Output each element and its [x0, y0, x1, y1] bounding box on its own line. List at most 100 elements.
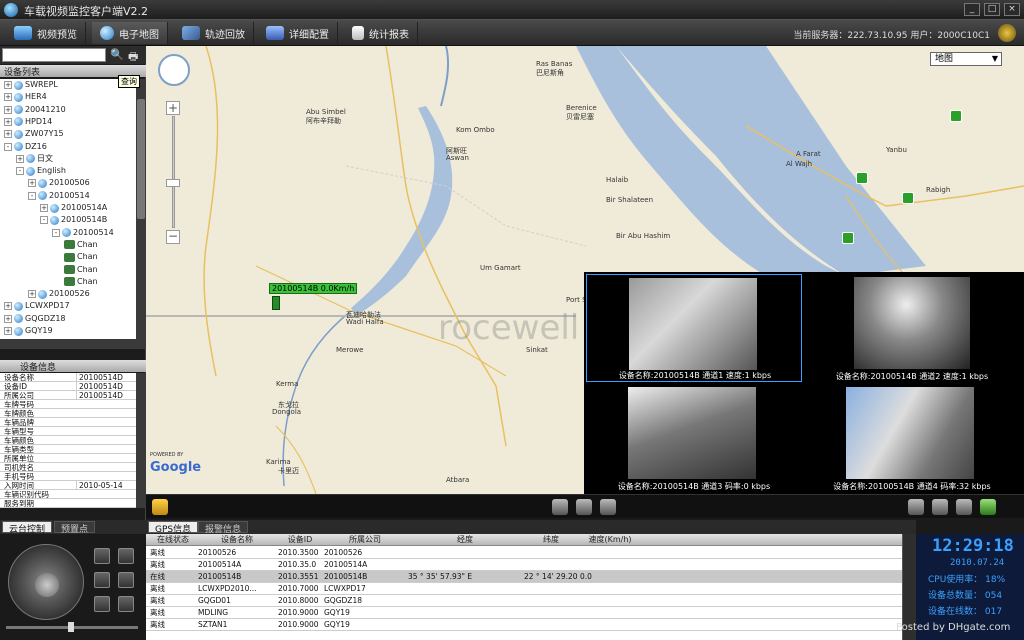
- vehicle-flag-icon[interactable]: [950, 110, 962, 122]
- expand-icon[interactable]: +: [4, 327, 12, 335]
- zoom-slider[interactable]: [172, 116, 175, 228]
- ptz-iris-button[interactable]: [94, 572, 110, 588]
- tab-statistics-report[interactable]: 统计报表: [344, 22, 418, 44]
- tree-node[interactable]: Chan: [64, 264, 98, 276]
- expand-icon[interactable]: +: [4, 93, 12, 102]
- video-cell-4[interactable]: 设备名称:20100514B 通道4 码率:32 kbps: [804, 384, 1020, 492]
- ptz-wiper-button[interactable]: [94, 596, 110, 612]
- gps-table-row[interactable]: 离线 20100514A 2010.35.0 20100514A: [146, 559, 902, 571]
- tree-node[interactable]: + HPD14: [4, 116, 52, 128]
- gps-table-row[interactable]: 离线 GQGD01 2010.8000 GQGDZ18: [146, 595, 902, 607]
- collapse-icon[interactable]: -: [40, 216, 48, 225]
- video-cell-1[interactable]: 设备名称:20100514B 通道1 速度:1 kbps: [586, 274, 802, 382]
- pan-control[interactable]: [158, 54, 190, 86]
- ptz-zoom-button[interactable]: [94, 548, 110, 564]
- tab-e-map[interactable]: 电子地图: [92, 22, 168, 44]
- tree-node[interactable]: + SWREPL: [4, 79, 58, 91]
- tree-node[interactable]: +20041210: [4, 104, 66, 116]
- tree-node[interactable]: - DZ16: [4, 141, 47, 153]
- expand-icon[interactable]: +: [28, 290, 36, 299]
- tree-node[interactable]: Chan: [64, 276, 98, 288]
- gps-table-row[interactable]: 离线 LCWXPD2010... 2010.7000 LCWXPD17: [146, 583, 902, 595]
- expand-icon[interactable]: +: [4, 314, 12, 323]
- tab-ptz-control[interactable]: 云台控制: [2, 521, 53, 535]
- collapse-icon[interactable]: -: [4, 142, 12, 151]
- tree-node[interactable]: +20100526: [28, 288, 90, 300]
- video-cell-3[interactable]: 设备名称:20100514B 通道3 码率:0 kbps: [586, 384, 802, 492]
- tree-node[interactable]: + HER4: [4, 91, 47, 103]
- ptz-center-button[interactable]: [35, 573, 59, 597]
- zoom-out-button[interactable]: −: [166, 230, 180, 244]
- gps-column-header[interactable]: 所属公司: [324, 534, 406, 546]
- collapse-icon[interactable]: -: [28, 191, 36, 200]
- gps-column-header[interactable]: 经度: [408, 534, 522, 546]
- tree-node[interactable]: - English: [16, 165, 66, 177]
- expand-icon[interactable]: +: [4, 105, 12, 114]
- vehicle-flag-icon[interactable]: [842, 232, 854, 244]
- tree-node[interactable]: + ZW07Y15: [4, 128, 64, 140]
- search-icon[interactable]: 🔍: [110, 48, 124, 62]
- expand-icon[interactable]: +: [28, 179, 36, 188]
- gps-table-row[interactable]: 离线 20100526 2010.3500 20100526: [146, 547, 902, 559]
- ptz-light-button[interactable]: [118, 572, 134, 588]
- tab-track-playback[interactable]: 轨迹回放: [174, 22, 254, 44]
- minimize-button[interactable]: _: [964, 3, 980, 16]
- expand-icon[interactable]: +: [4, 117, 12, 126]
- maximize-button[interactable]: □: [984, 3, 1000, 16]
- expand-icon[interactable]: +: [4, 81, 12, 89]
- zoom-in-button[interactable]: +: [166, 101, 180, 115]
- tree-node[interactable]: - 20100514: [28, 190, 90, 202]
- device-tree-scrollbar[interactable]: [136, 79, 146, 339]
- print-icon[interactable]: 🖶: [128, 48, 142, 63]
- fullscreen-icon[interactable]: [956, 499, 972, 515]
- ptz-speed-knob[interactable]: [68, 622, 74, 632]
- tree-node[interactable]: Chan: [64, 251, 98, 263]
- tree-node[interactable]: + LCWXPD17: [4, 300, 70, 312]
- tab-alarm-info[interactable]: 报警信息: [198, 521, 249, 535]
- vehicle-marker-icon[interactable]: [272, 296, 280, 310]
- close-button[interactable]: ×: [1004, 3, 1020, 16]
- layout-9-icon[interactable]: [932, 499, 948, 515]
- gps-column-header[interactable]: 速度(Km/h): [580, 534, 640, 546]
- tree-node[interactable]: + 日文: [16, 153, 53, 165]
- gps-table-row[interactable]: 在线 20100514B 2010.3551 20100514B 35 ° 35' 57…: [146, 571, 902, 583]
- ptz-focus-button[interactable]: [118, 548, 134, 564]
- gps-column-header[interactable]: 设备ID: [278, 534, 322, 546]
- ptz-direction-pad[interactable]: [8, 544, 84, 620]
- gps-column-header[interactable]: 设备名称: [198, 534, 276, 546]
- settings-gear-icon[interactable]: [998, 24, 1016, 42]
- gps-table-row[interactable]: 离线 MDLING 2010.9000 GQY19: [146, 607, 902, 619]
- tab-detailed-config[interactable]: 详细配置: [258, 22, 338, 44]
- zoom-slider-knob[interactable]: [166, 179, 180, 187]
- tab-video-preview[interactable]: 视频预览: [6, 22, 86, 44]
- ptz-auto-button[interactable]: [118, 596, 134, 612]
- tree-node[interactable]: + GQY19: [4, 325, 53, 337]
- tab-preset[interactable]: 预置点: [54, 521, 96, 535]
- expand-icon[interactable]: +: [16, 154, 24, 163]
- gps-column-header[interactable]: 在线状态: [150, 534, 196, 546]
- tree-node[interactable]: - 20100514B: [40, 214, 107, 226]
- stop-icon[interactable]: [552, 499, 568, 515]
- gps-column-header[interactable]: 纬度: [524, 534, 578, 546]
- record-icon[interactable]: [600, 499, 616, 515]
- scrollbar-thumb[interactable]: [137, 99, 145, 219]
- device-tree[interactable]: + SWREPL + HER4 +20041210 + HPD14 + ZW07Y15- DZ16…: [0, 79, 136, 339]
- tab-gps-info[interactable]: GPS信息: [148, 521, 199, 535]
- device-tree-hscrollbar[interactable]: [0, 339, 146, 349]
- layout-4-icon[interactable]: [908, 499, 924, 515]
- gps-table-row[interactable]: 离线 SZTAN1 2010.9000 GQY19: [146, 619, 902, 631]
- tree-node[interactable]: - 20100514: [52, 227, 114, 239]
- expand-icon[interactable]: +: [4, 302, 12, 311]
- video-cell-2[interactable]: 设备名称:20100514B 通道2 速度:1 kbps: [804, 274, 1020, 382]
- tree-node[interactable]: + GQGDZ18: [4, 313, 66, 325]
- collapse-icon[interactable]: -: [52, 228, 60, 237]
- vehicle-flag-icon[interactable]: [856, 172, 868, 184]
- collapse-icon[interactable]: -: [16, 167, 24, 176]
- snapshot-icon[interactable]: [576, 499, 592, 515]
- vehicle-flag-icon[interactable]: [902, 192, 914, 204]
- expand-icon[interactable]: +: [4, 130, 12, 139]
- tree-node[interactable]: +20100506: [28, 177, 90, 189]
- search-input[interactable]: [2, 48, 106, 62]
- audio-icon[interactable]: [980, 499, 996, 515]
- device-info-scrollbar[interactable]: [136, 373, 146, 508]
